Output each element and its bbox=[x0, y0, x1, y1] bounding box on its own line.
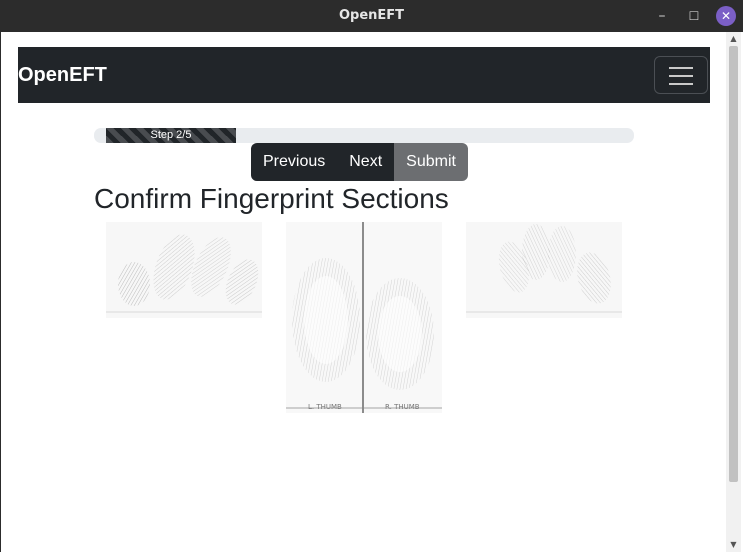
previous-button[interactable]: Previous bbox=[251, 143, 338, 181]
close-icon[interactable]: ✕ bbox=[716, 6, 736, 26]
maximize-icon[interactable]: ☐ bbox=[684, 6, 704, 26]
scroll-down-icon[interactable]: ▼ bbox=[726, 538, 741, 552]
minimize-icon[interactable]: – bbox=[652, 6, 672, 26]
next-button[interactable]: Next bbox=[337, 143, 395, 181]
fingerprint-image-right-four bbox=[466, 222, 622, 318]
progress-fill: Step 2/5 bbox=[106, 128, 236, 143]
navbar-toggler-button[interactable] bbox=[654, 56, 708, 94]
navbar-brand[interactable]: OpenEFT bbox=[18, 47, 107, 103]
submit-button[interactable]: Submit bbox=[394, 143, 468, 181]
navbar: OpenEFT bbox=[18, 47, 710, 103]
fingerprint-image-thumbs: L. THUMB R. THUMB bbox=[286, 222, 442, 413]
page-title: Confirm Fingerprint Sections bbox=[94, 183, 449, 214]
vertical-scrollbar[interactable]: ▲ ▼ bbox=[726, 32, 741, 552]
step-progress-bar: Step 2/5 bbox=[94, 128, 634, 143]
left-thumb-caption: L. THUMB bbox=[308, 403, 342, 411]
window-title: OpenEFT bbox=[338, 8, 405, 23]
right-thumb-caption: R. THUMB bbox=[385, 403, 420, 411]
fingerprint-image-left-four bbox=[106, 222, 262, 318]
step-navigation-group: Previous Next Submit bbox=[251, 143, 468, 181]
scrollbar-thumb[interactable] bbox=[729, 46, 738, 482]
progress-label: Step 2/5 bbox=[150, 129, 192, 141]
scroll-up-icon[interactable]: ▲ bbox=[726, 32, 741, 46]
window-titlebar: OpenEFT – ☐ ✕ bbox=[0, 0, 743, 32]
